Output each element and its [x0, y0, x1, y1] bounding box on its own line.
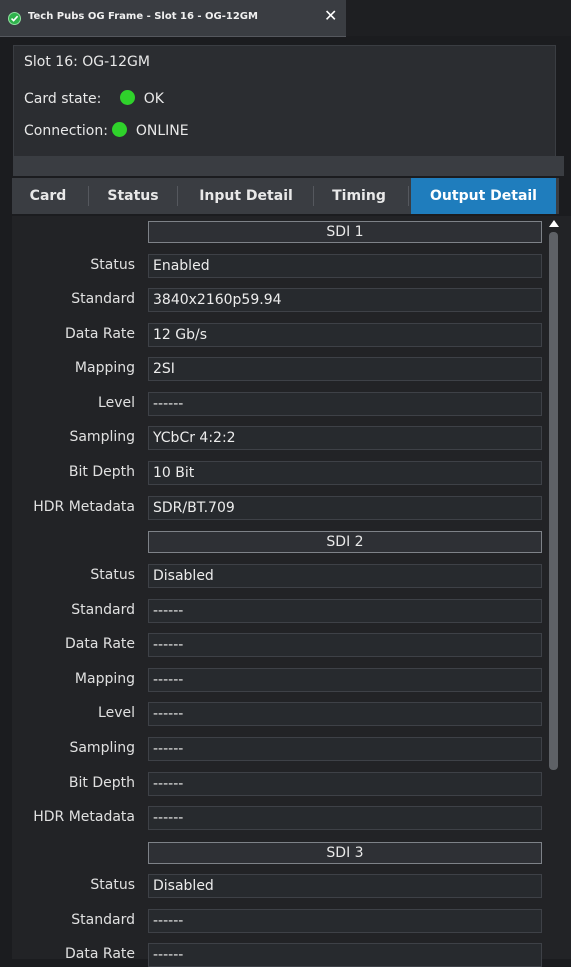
status-value: Disabled — [148, 874, 542, 898]
card-state-line: Card state: OK — [24, 90, 164, 107]
level-value: ------ — [148, 392, 542, 416]
row-label: Level — [98, 705, 135, 721]
sampling-value: YCbCr 4:2:2 — [148, 426, 542, 450]
section-header-sdi-2: SDI 2 — [148, 531, 542, 553]
section-header-sdi-3: SDI 3 — [148, 842, 542, 864]
row-label: Mapping — [74, 671, 135, 687]
output-detail-panel: SDI 1 Status Enabled Standard 3840x2160p… — [12, 216, 571, 967]
tab-status[interactable]: Status — [90, 178, 176, 214]
standard-value: ------ — [148, 599, 542, 623]
scroll-thumb[interactable] — [549, 232, 558, 770]
status-value: Enabled — [148, 254, 542, 278]
row-label: HDR Metadata — [33, 499, 135, 515]
row-label: Bit Depth — [68, 775, 135, 791]
section-header-sdi-1: SDI 1 — [148, 221, 542, 243]
tab-separator — [88, 186, 89, 206]
mapping-value: ------ — [148, 668, 542, 692]
tab-output-detail[interactable]: Output Detail — [411, 178, 556, 214]
tab-input-detail[interactable]: Input Detail — [180, 178, 312, 214]
status-value: Disabled — [148, 564, 542, 588]
card-state-value: OK — [143, 91, 164, 107]
green-led-icon — [120, 90, 136, 105]
row-label: Data Rate — [65, 946, 135, 962]
connection-value: ONLINE — [135, 123, 189, 139]
hdr-metadata-value: SDR/BT.709 — [148, 496, 542, 520]
hdr-metadata-value: ------ — [148, 806, 542, 830]
bit-depth-value: ------ — [148, 772, 542, 796]
tab-separator — [313, 186, 314, 206]
row-label: Mapping — [74, 360, 135, 376]
window-titlebar: Tech Pubs OG Frame - Slot 16 - OG-12GM ✕ — [0, 0, 571, 37]
row-label: Status — [90, 257, 135, 273]
standard-value: 3840x2160p59.94 — [148, 288, 542, 312]
card-state-label: Card state: — [24, 91, 102, 107]
tab-timing[interactable]: Timing — [315, 178, 403, 214]
check-circle-icon — [8, 12, 21, 25]
row-label: Status — [90, 567, 135, 583]
data-rate-value: ------ — [148, 633, 542, 657]
green-led-icon — [112, 122, 128, 137]
data-rate-value: ------ — [148, 943, 542, 967]
row-label: HDR Metadata — [33, 809, 135, 825]
row-label: Standard — [71, 912, 135, 928]
mapping-value: 2SI — [148, 357, 542, 381]
tab-bar: Card Status Input Detail Timing Output D… — [12, 178, 559, 214]
tab-separator — [408, 186, 409, 206]
bit-depth-value: 10 Bit — [148, 461, 542, 485]
row-label: Sampling — [69, 429, 135, 445]
sampling-value: ------ — [148, 737, 542, 761]
close-icon[interactable]: ✕ — [324, 8, 337, 24]
row-label: Level — [98, 395, 135, 411]
scroll-up-arrow-icon[interactable] — [549, 220, 559, 227]
slot-label: Slot 16: OG-12GM — [24, 54, 150, 70]
data-rate-value: 12 Gb/s — [148, 323, 542, 347]
level-value: ------ — [148, 702, 542, 726]
row-label: Standard — [71, 602, 135, 618]
connection-line: Connection: ONLINE — [24, 122, 189, 139]
connection-label: Connection: — [24, 123, 108, 139]
window-tab-title: Tech Pubs OG Frame - Slot 16 - OG-12GM — [28, 11, 258, 22]
row-label: Sampling — [69, 740, 135, 756]
row-label: Data Rate — [65, 326, 135, 342]
window-tab[interactable]: Tech Pubs OG Frame - Slot 16 - OG-12GM ✕ — [0, 0, 346, 37]
vertical-scrollbar[interactable] — [547, 218, 560, 959]
divider-strip — [13, 156, 564, 176]
tab-card[interactable]: Card — [12, 178, 84, 214]
tab-separator — [177, 186, 178, 206]
row-label: Standard — [71, 291, 135, 307]
standard-value: ------ — [148, 909, 542, 933]
row-label: Status — [90, 877, 135, 893]
row-label: Bit Depth — [68, 464, 135, 480]
row-label: Data Rate — [65, 636, 135, 652]
